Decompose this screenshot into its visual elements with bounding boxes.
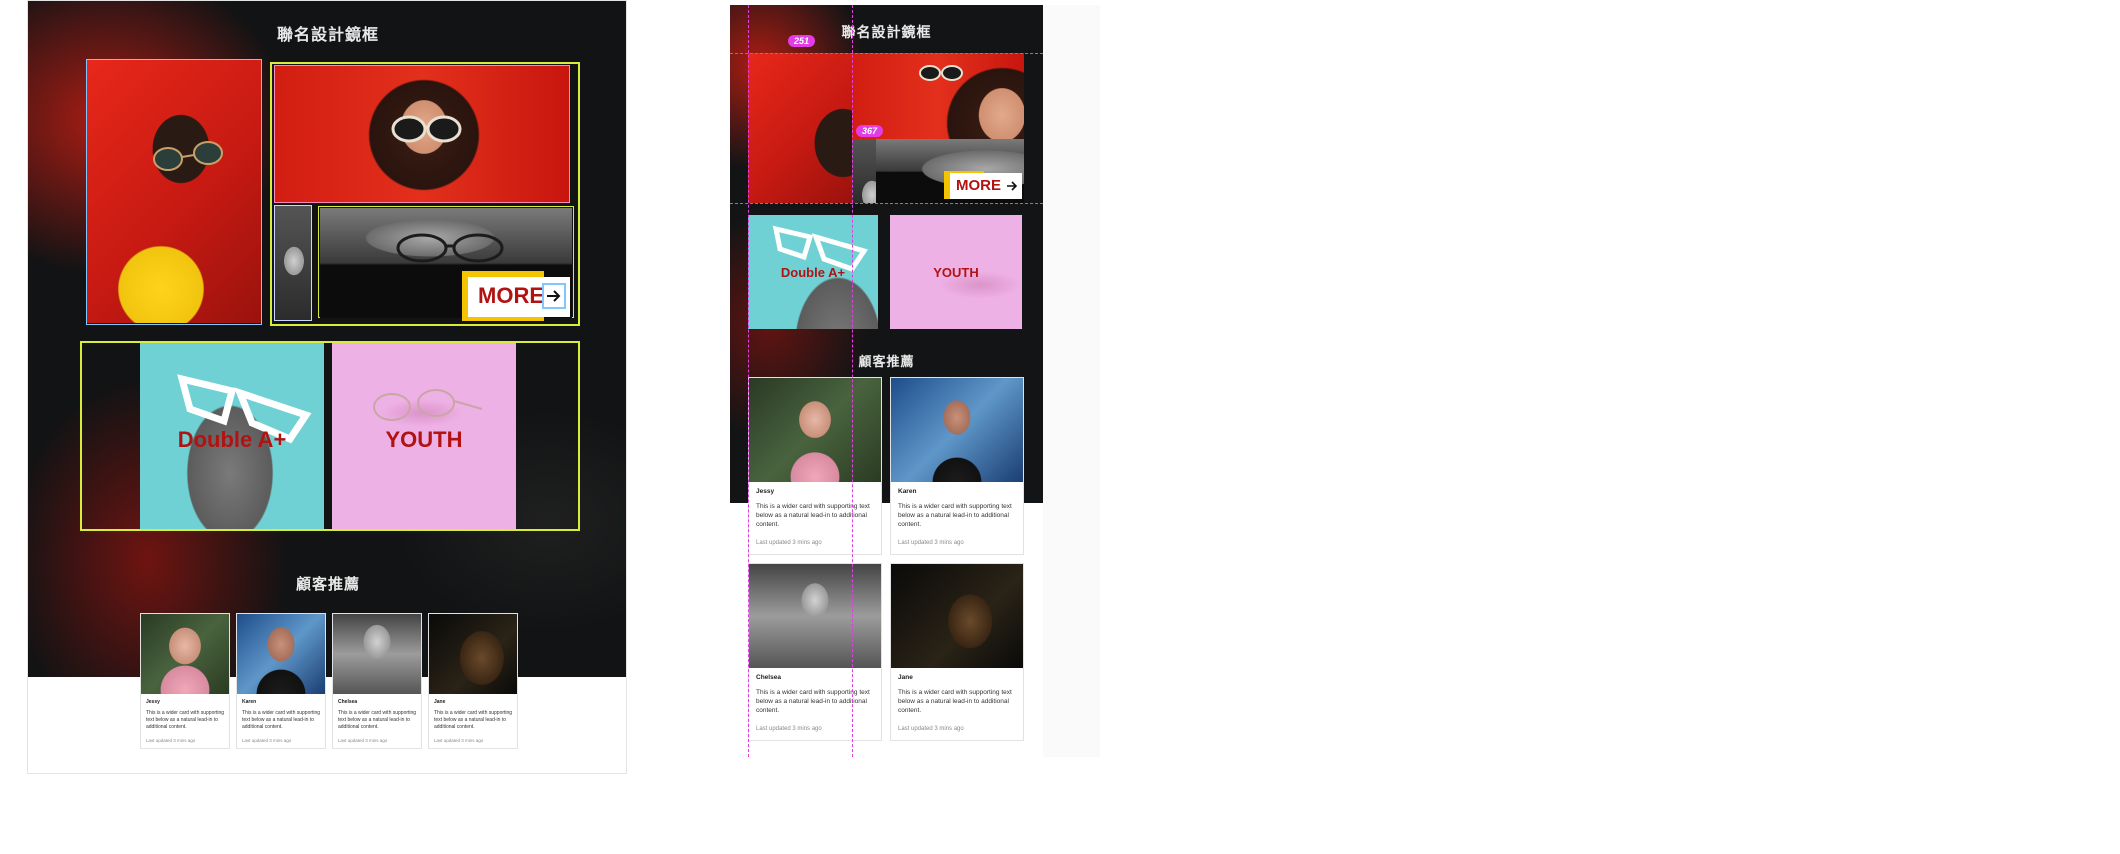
- card-image: [141, 614, 229, 694]
- card-image: [237, 614, 325, 694]
- card-body: This is a wider card with supporting tex…: [146, 710, 225, 730]
- card-meta: Last updated 3 mins ago: [756, 726, 822, 732]
- card-meta: Last updated 3 mins ago: [756, 540, 822, 546]
- tile-youth[interactable]: YOUTH: [890, 215, 1022, 329]
- card-name: Chelsea: [756, 674, 781, 681]
- card-body: This is a wider card with supporting tex…: [338, 710, 417, 730]
- selection-child: [274, 205, 312, 321]
- design-canvas: 聯名設計鏡框 MORE Double A+ YOUTH 顧客推薦 Jessy T…: [0, 0, 2120, 854]
- card-jane[interactable]: Jane This is a wider card with supportin…: [890, 563, 1024, 741]
- card-jessy[interactable]: Jessy This is a wider card with supporti…: [140, 613, 230, 749]
- card-body: This is a wider card with supporting tex…: [242, 710, 321, 730]
- card-karen[interactable]: Karen This is a wider card with supporti…: [236, 613, 326, 749]
- mobile-frame-edge: [1043, 5, 1100, 757]
- card-chelsea[interactable]: Chelsea This is a wider card with suppor…: [748, 563, 882, 741]
- tile-youth-label: YOUTH: [933, 265, 979, 280]
- more-button[interactable]: MORE: [950, 173, 1022, 199]
- desktop-frame: 聯名設計鏡框 MORE Double A+ YOUTH 顧客推薦 Jessy T…: [27, 0, 627, 774]
- card-image: [429, 614, 517, 694]
- arrow-right-icon[interactable]: [542, 283, 566, 309]
- card-name: Jessy: [756, 488, 775, 495]
- guide-vertical-mid: [852, 5, 853, 757]
- card-body: This is a wider card with supporting tex…: [756, 503, 870, 528]
- guide-horizontal-bottom: [730, 203, 1043, 204]
- tile-youth[interactable]: YOUTH: [332, 343, 516, 529]
- more-label: MORE: [956, 177, 1001, 194]
- selection-man: [86, 59, 262, 325]
- tile-double-a-label: Double A+: [780, 265, 846, 280]
- guide-vertical-left: [748, 5, 749, 757]
- card-name: Chelsea: [338, 699, 358, 705]
- card-meta: Last updated 3 mins ago: [898, 726, 964, 732]
- card-image: [749, 378, 881, 482]
- card-body: This is a wider card with supporting tex…: [898, 689, 1012, 714]
- more-button[interactable]: MORE: [468, 277, 570, 317]
- card-meta: Last updated 3 mins ago: [242, 738, 292, 743]
- card-image: [891, 564, 1023, 668]
- tile-double-a-label: Double A+: [177, 427, 287, 452]
- arrow-right-icon[interactable]: [1004, 178, 1020, 194]
- tile-double-a[interactable]: Double A+: [748, 215, 878, 329]
- guide-horizontal-top: [730, 53, 1043, 54]
- card-name: Jane: [898, 674, 913, 681]
- card-image: [749, 564, 881, 668]
- desktop-section-title: 顧客推薦: [295, 576, 360, 593]
- card-name: Karen: [242, 699, 257, 705]
- card-name: Jane: [434, 699, 446, 705]
- card-body: This is a wider card with supporting tex…: [434, 710, 513, 730]
- card-jessy[interactable]: Jessy This is a wider card with supporti…: [748, 377, 882, 555]
- measure-badge-top: 251: [788, 35, 816, 47]
- card-meta: Last updated 3 mins ago: [434, 738, 484, 743]
- card-image: [333, 614, 421, 694]
- mobile-section-title: 顧客推薦: [858, 354, 915, 369]
- card-body: This is a wider card with supporting tex…: [898, 503, 1012, 528]
- card-image: [891, 378, 1023, 482]
- sunglasses-icon: [772, 225, 868, 273]
- card-body: This is a wider card with supporting tex…: [756, 689, 870, 714]
- card-name: Jessy: [146, 699, 160, 705]
- photo-man-yellow[interactable]: [748, 53, 852, 203]
- card-meta: Last updated 3 mins ago: [338, 738, 388, 743]
- mobile-frame: 聯名設計鏡框 MORE Double A+ YOUTH 顧客推薦 Jessy T…: [730, 5, 1043, 757]
- tile-double-a[interactable]: Double A+: [140, 343, 324, 529]
- photo-child[interactable]: [852, 139, 876, 203]
- sunglasses-icon: [396, 233, 504, 263]
- card-meta: Last updated 3 mins ago: [898, 540, 964, 546]
- card-chelsea[interactable]: Chelsea This is a wider card with suppor…: [332, 613, 422, 749]
- tile-youth-label: YOUTH: [385, 427, 463, 452]
- card-meta: Last updated 3 mins ago: [146, 738, 196, 743]
- card-karen[interactable]: Karen This is a wider card with supporti…: [890, 377, 1024, 555]
- selection-woman: [274, 65, 570, 203]
- measure-badge-mid: 367: [856, 125, 884, 137]
- desktop-page-title: 聯名設計鏡框: [276, 27, 379, 44]
- card-name: Karen: [898, 488, 917, 495]
- more-label: MORE: [478, 283, 544, 308]
- mobile-page-title: 聯名設計鏡框: [841, 24, 932, 40]
- card-jane[interactable]: Jane This is a wider card with supportin…: [428, 613, 518, 749]
